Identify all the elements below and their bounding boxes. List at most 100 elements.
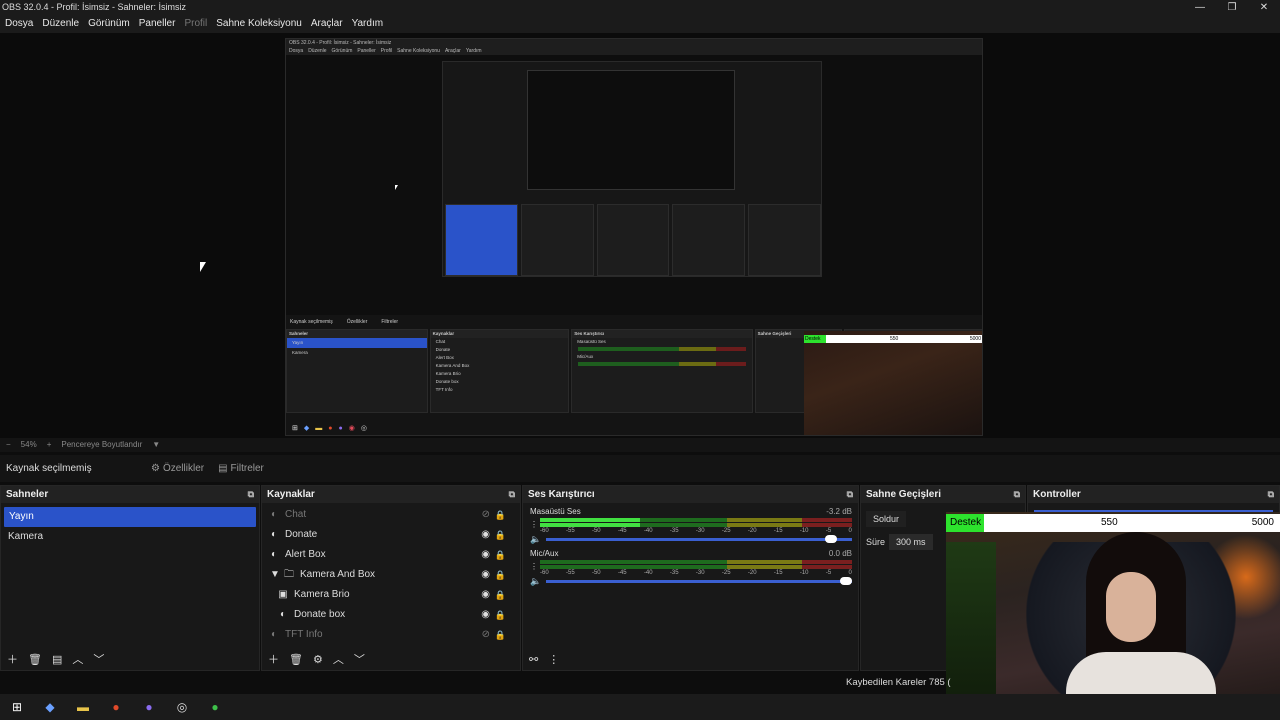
lock-icon[interactable]: 🔒 (495, 525, 506, 545)
sources-footer: ＋ 🗑 ⚙ ︿ ﹀ (262, 648, 520, 670)
source-item[interactable]: ◐ TFT Info ⊘ 🔒 (262, 625, 520, 645)
scene-item[interactable]: Kamera (1, 527, 259, 547)
undock-icon[interactable]: ⧉ (1268, 486, 1274, 503)
nested-obs-window: OBS 32.0.4 - Profil: İsimsiz - Sahneler:… (285, 38, 983, 436)
properties-button[interactable]: ⚙ Özellikler (146, 459, 209, 478)
lock-icon[interactable]: 🔒 (495, 565, 506, 585)
source-group[interactable]: ▼ 🗀 Kamera And Box ◉ 🔒 (262, 565, 520, 585)
menu-docks[interactable]: Paneller (139, 15, 176, 33)
transition-select[interactable]: Soldur (866, 511, 907, 527)
trash-icon[interactable]: 🗑 (289, 653, 303, 666)
source-item[interactable]: ▣ Kamera Brio ◉ 🔒 (262, 585, 520, 605)
zoom-mode[interactable]: Pencereye Boyutlandır (61, 438, 142, 452)
link-icon[interactable]: ⚯ (529, 653, 538, 666)
nested-taskbar-icon: ◎ (360, 425, 367, 432)
windows-icon[interactable]: ⊞ (8, 698, 26, 716)
speaker-icon[interactable]: 🔈 (530, 534, 542, 545)
volume-knob[interactable] (824, 535, 837, 543)
zoom-out-icon[interactable]: − (6, 438, 11, 452)
meter-tick: -20 (747, 570, 757, 576)
move-down-icon[interactable]: ﹀ (354, 651, 365, 667)
nested-taskbar-icon: ◉ (348, 425, 355, 432)
minimize-icon[interactable]: — (1184, 0, 1216, 15)
nested-panel-title: Ses Karıştırıcı (572, 330, 752, 338)
dock-header: Sahneler ⧉ (1, 486, 259, 503)
menu-tools[interactable]: Araçlar (311, 15, 343, 33)
source-item[interactable]: ◐ Donate box ◉ 🔒 (262, 605, 520, 625)
menu-scene-collection[interactable]: Sahne Koleksiyonu (216, 15, 302, 33)
volume-slider[interactable] (546, 577, 852, 585)
scene-item[interactable]: Yayın (4, 507, 256, 527)
menu-view[interactable]: Görünüm (88, 15, 130, 33)
volume-slider[interactable] (546, 535, 852, 543)
eye-icon[interactable]: ◉ (481, 545, 490, 565)
undock-icon[interactable]: ⧉ (509, 486, 515, 503)
donation-goal: 5000 (1251, 517, 1274, 528)
obs-icon[interactable]: ◎ (173, 698, 191, 716)
chevron-down-icon[interactable]: ▼ (152, 438, 160, 452)
meter-tick: -45 (617, 570, 627, 576)
discord-icon[interactable]: ● (140, 698, 158, 716)
lock-icon[interactable]: 🔒 (495, 625, 506, 645)
nested-menu-item: Araçlar (444, 48, 461, 54)
source-item[interactable]: ◐ Alert Box ◉ 🔒 (262, 545, 520, 565)
more-icon[interactable]: ⋮ (530, 520, 540, 529)
meter-tick: -55 (565, 528, 575, 534)
folder-icon[interactable]: ▬ (74, 698, 92, 716)
gear-icon: ⚙ (151, 463, 160, 474)
eye-icon[interactable]: ◉ (481, 565, 490, 585)
more-icon[interactable]: ⋮ (530, 562, 540, 571)
maximize-icon[interactable]: ❐ (1216, 0, 1248, 15)
eye-icon[interactable]: ◉ (481, 605, 490, 625)
menu-help[interactable]: Yardım (352, 15, 384, 33)
move-up-icon[interactable]: ︿ (72, 651, 83, 667)
add-icon[interactable]: ＋ (7, 651, 18, 667)
trash-icon[interactable]: 🗑 (28, 653, 42, 666)
filter-icon[interactable]: ▤ (52, 653, 62, 666)
speaker-icon[interactable]: 🔈 (530, 576, 542, 587)
source-item[interactable]: ◐ Donate ◉ 🔒 (262, 525, 520, 545)
close-icon[interactable]: ✕ (1248, 0, 1280, 15)
volume-knob[interactable] (840, 577, 852, 585)
eye-icon[interactable]: ◉ (481, 585, 490, 605)
app-icon[interactable]: ◆ (41, 698, 59, 716)
filters-button[interactable]: ▤ Filtreler (213, 459, 269, 478)
chrome-icon-2[interactable]: ● (206, 698, 224, 716)
undock-icon[interactable]: ⧉ (248, 486, 254, 503)
move-down-icon[interactable]: ﹀ (93, 651, 104, 667)
move-up-icon[interactable]: ︿ (333, 651, 344, 667)
meter-tick: 0 (848, 528, 852, 534)
meter-tick: -10 (799, 528, 809, 534)
lock-icon[interactable]: 🔒 (495, 605, 506, 625)
dropped-frames-status: Kaybedilen Kareler 785 ( (846, 677, 951, 688)
undock-icon[interactable]: ⧉ (1014, 486, 1020, 503)
undock-icon[interactable]: ⧉ (847, 486, 853, 503)
eye-hidden-icon[interactable]: ⊘ (482, 625, 490, 645)
menu-profile[interactable]: Profil (184, 15, 207, 33)
lock-icon[interactable]: 🔒 (495, 545, 506, 565)
duration-label: Süre (866, 537, 886, 547)
channel-name: Mic/Aux (530, 549, 559, 558)
lock-icon[interactable]: 🔒 (495, 585, 506, 605)
add-icon[interactable]: ＋ (268, 651, 279, 667)
duration-input[interactable]: 300 ms (889, 534, 933, 550)
zoom-in-icon[interactable]: + (47, 438, 52, 452)
meter-tick: -25 (721, 570, 731, 576)
more-icon[interactable]: ⋮ (548, 653, 559, 666)
webcam-overlay (946, 512, 1280, 720)
menu-file[interactable]: Dosya (5, 15, 33, 33)
menu-edit[interactable]: Düzenle (42, 15, 79, 33)
meter-tick: -60 (540, 528, 549, 534)
nested-menu-item: Dosya (289, 48, 304, 54)
chrome-icon[interactable]: ● (107, 698, 125, 716)
source-item[interactable]: ◐ Chat ⊘ 🔒 (262, 505, 520, 525)
meter-tick: -40 (643, 570, 653, 576)
chevron-down-icon[interactable]: ▼ (270, 565, 280, 585)
channel-db: -3.2 dB (826, 507, 852, 516)
zoom-value[interactable]: 54% (21, 438, 37, 452)
mixer-footer: ⚯ ⋮ (523, 648, 858, 670)
gear-icon[interactable]: ⚙ (313, 653, 323, 666)
lock-icon[interactable]: 🔒 (495, 505, 506, 525)
eye-hidden-icon[interactable]: ⊘ (482, 505, 490, 525)
eye-icon[interactable]: ◉ (481, 525, 490, 545)
